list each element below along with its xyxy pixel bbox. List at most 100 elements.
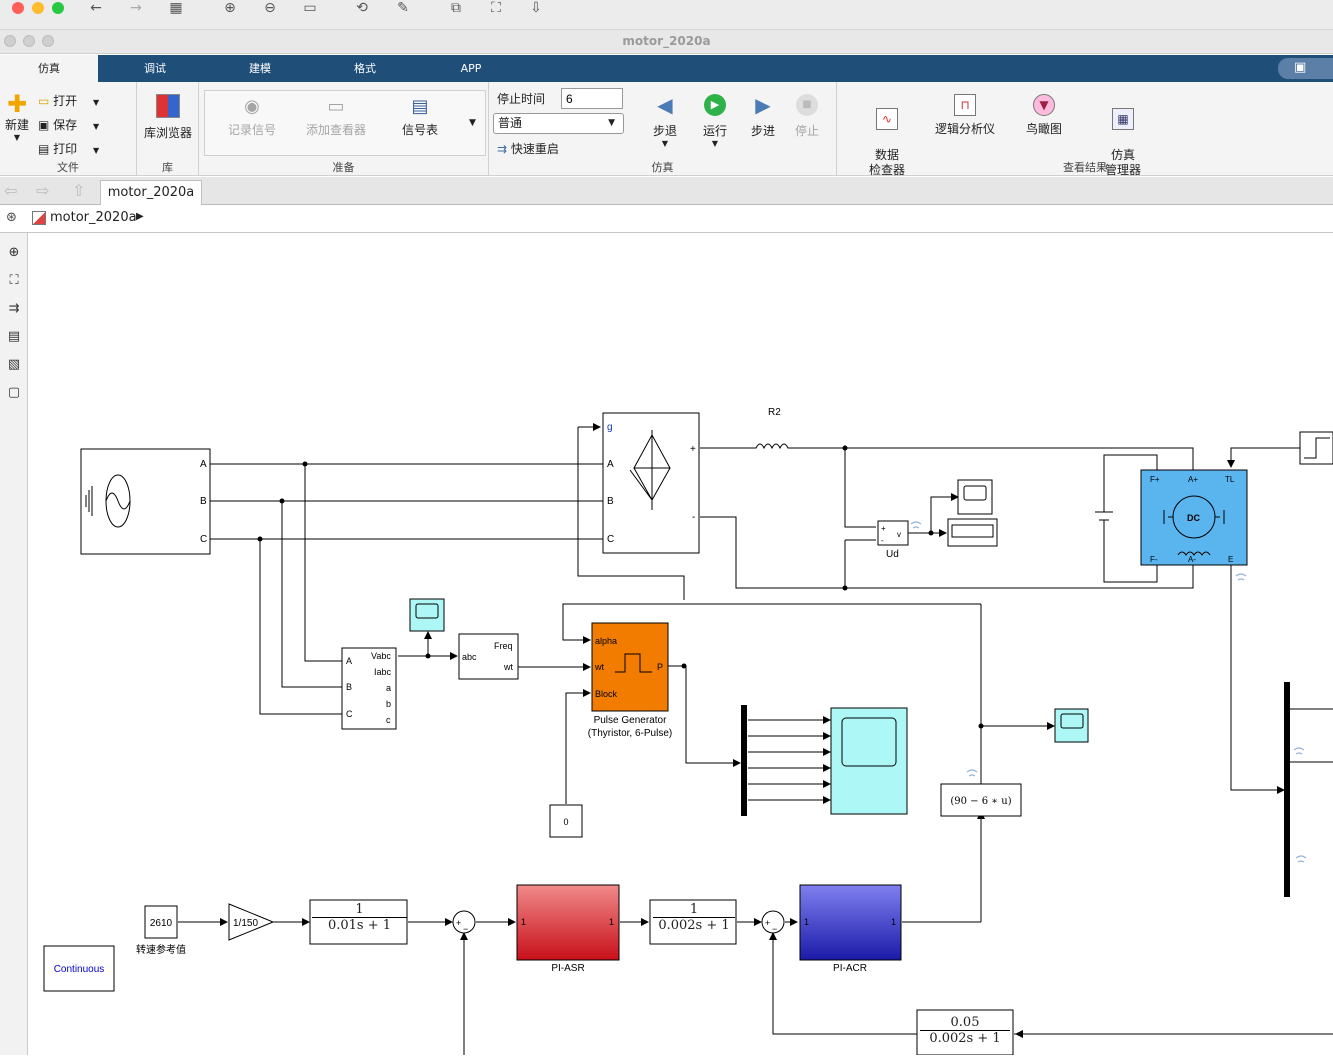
fit-view-icon[interactable]: ⛶: [4, 273, 24, 291]
export-icon[interactable]: ⧉: [446, 0, 466, 16]
tf2-denominator: 0.002s + 1: [658, 918, 730, 933]
r2-inductor-block[interactable]: R2: [744, 407, 808, 450]
ud-display-block[interactable]: [947, 518, 998, 547]
speed-sum-block[interactable]: +−: [452, 910, 476, 934]
pulse-scope-block[interactable]: [830, 707, 908, 815]
output-mux-block[interactable]: [1284, 682, 1290, 897]
constant-zero-block[interactable]: 0: [549, 804, 583, 838]
add-viewer-label: 添加查看器: [305, 123, 366, 137]
ud-voltage-measurement-block[interactable]: + - v Ud: [877, 520, 909, 560]
model-canvas[interactable]: A B C g A B C + - R2 + - v Ud DC F+ A+ T…: [29, 234, 1333, 1056]
pll-wt-port: wt: [503, 662, 513, 672]
annotation-icon[interactable]: ▤: [4, 329, 24, 347]
actual-size-icon[interactable]: ▭: [300, 0, 320, 16]
breadcrumb-arrow-icon[interactable]: ▶: [136, 211, 144, 222]
birds-eye-button[interactable]: ▼ 鸟瞰图: [1019, 94, 1069, 137]
pi-acr-subsystem[interactable]: 1 1 PI-ACR: [799, 884, 902, 974]
share-icon[interactable]: ⇩: [526, 0, 546, 16]
image-icon[interactable]: ▧: [4, 357, 24, 375]
quick-access-toolbar[interactable]: ▣: [1278, 58, 1333, 79]
step-back-button[interactable]: ◀ 步退 ▼: [647, 94, 683, 148]
save-button[interactable]: ▣ 保存 ▼: [38, 116, 118, 133]
stop-button[interactable]: ■ 停止: [789, 94, 825, 139]
minimize-window-button[interactable]: [32, 2, 44, 14]
pi-asr-subsystem[interactable]: 1 1 PI-ASR: [516, 884, 620, 974]
crop-icon[interactable]: ⛶: [486, 0, 506, 16]
speed-reference-value: 2610: [150, 918, 173, 929]
motor-port-aplus: A+: [1188, 475, 1198, 484]
hide-explorer-icon[interactable]: ⊛: [6, 210, 17, 225]
grid-icon[interactable]: ▦: [166, 0, 186, 16]
close-window-button[interactable]: [12, 2, 24, 14]
print-button[interactable]: ▤ 打印 ▼: [38, 140, 118, 157]
ud-scope-block[interactable]: [957, 479, 993, 515]
model-tab[interactable]: motor_2020a: [100, 180, 202, 205]
signal-table-label: 信号表: [401, 123, 438, 137]
thyristor-bridge-block[interactable]: g A B C + -: [602, 412, 700, 554]
tab-apps[interactable]: APP: [436, 55, 506, 82]
zoom-window-button[interactable]: [52, 2, 64, 14]
zoom-in-icon[interactable]: ⊕: [220, 0, 240, 16]
three-phase-source-block[interactable]: A B C: [80, 448, 211, 555]
powergui-block[interactable]: Continuous: [43, 945, 115, 992]
chevron-down-icon: ▼: [93, 122, 100, 131]
current-sum-block[interactable]: +−: [761, 910, 785, 934]
alpha-scope-block[interactable]: [1054, 708, 1089, 743]
nav-forward-icon[interactable]: ⇨: [36, 181, 49, 200]
signal-table-button[interactable]: ▤ 信号表: [389, 96, 451, 138]
dc-label: DC: [1187, 513, 1200, 523]
new-button[interactable]: ✚ 新建 ▼: [2, 92, 32, 142]
gain-block[interactable]: 1/150: [228, 903, 275, 941]
tf2-numerator: 1: [653, 902, 735, 918]
svg-text:+: +: [456, 918, 461, 928]
logic-analyzer-button[interactable]: ⊓ 逻辑分析仪: [933, 94, 997, 137]
window-title: motor_2020a: [622, 34, 711, 48]
speed-filter-tf: 1 0.01s + 1: [312, 902, 407, 933]
breadcrumb[interactable]: motor_2020a: [50, 210, 137, 225]
fcn-expression: (90 − 6 ∗ u): [950, 796, 1011, 807]
run-button[interactable]: ▶ 运行 ▼: [697, 94, 733, 148]
pulse-mux-block[interactable]: [741, 705, 747, 816]
source-port-b: B: [200, 496, 207, 507]
simulation-mode-select[interactable]: 普通 ▼: [493, 113, 624, 134]
add-viewer-button[interactable]: ▭ 添加查看器: [299, 96, 373, 138]
zoom-out-icon[interactable]: ⊖: [260, 0, 280, 16]
nav-back-icon[interactable]: ⇦: [4, 181, 17, 200]
gallery-expand-icon[interactable]: ▼: [469, 118, 476, 128]
svg-text:+: +: [765, 918, 770, 928]
stop-time-label: 停止时间: [497, 92, 546, 106]
open-button[interactable]: ▭ 打开 ▼: [38, 92, 118, 109]
chevron-down-icon: ▼: [661, 139, 669, 148]
forward-arrow-icon[interactable]: →: [126, 0, 146, 16]
dc-motor-block[interactable]: DC F+ A+ TL F- A- E: [1140, 469, 1248, 566]
tab-simulation[interactable]: 仿真: [0, 55, 98, 82]
tab-debug[interactable]: 调试: [120, 55, 190, 82]
nav-up-icon[interactable]: ⇧: [72, 181, 85, 200]
library-browser-button[interactable]: 库浏览器: [139, 94, 197, 141]
speed-reference-label: 转速参考值: [136, 943, 186, 956]
asr-out-port: 1: [609, 917, 614, 927]
pulse-generator-block[interactable]: alpha wt Block P Pulse Generator (Thyris…: [588, 622, 672, 739]
stop-time-input[interactable]: [561, 88, 623, 109]
three-phase-measurement-block[interactable]: A B C Vabc Iabc a b c: [341, 647, 397, 730]
log-signals-button[interactable]: ◉ 记录信号: [219, 96, 285, 138]
fast-restart-toggle[interactable]: ⇉ 快速重启: [497, 140, 559, 157]
meas-port-a-out: a: [386, 683, 391, 693]
alpha-fcn-block[interactable]: (90 − 6 ∗ u): [940, 783, 1022, 817]
save-quick-icon[interactable]: ▣: [1294, 60, 1306, 75]
rotate-icon[interactable]: ⟲: [352, 0, 372, 16]
edit-icon[interactable]: ✎: [393, 0, 413, 16]
tab-modeling[interactable]: 建模: [225, 55, 295, 82]
pll-block[interactable]: abc Freq wt: [458, 633, 519, 680]
vabc-scope-block[interactable]: [409, 598, 445, 632]
field-dc-source-block[interactable]: [1095, 499, 1113, 535]
speed-reference-block[interactable]: 2610 转速参考值: [136, 905, 186, 956]
step-forward-button[interactable]: ▶ 步进: [745, 94, 781, 139]
area-icon[interactable]: ▢: [4, 385, 24, 403]
zoom-icon[interactable]: ⊕: [4, 245, 24, 263]
route-lines-icon[interactable]: ⇉: [4, 301, 24, 319]
back-arrow-icon[interactable]: ←: [86, 0, 106, 16]
tab-format[interactable]: 格式: [330, 55, 400, 82]
birds-eye-label: 鸟瞰图: [1025, 122, 1062, 136]
load-step-block[interactable]: [1299, 431, 1333, 465]
